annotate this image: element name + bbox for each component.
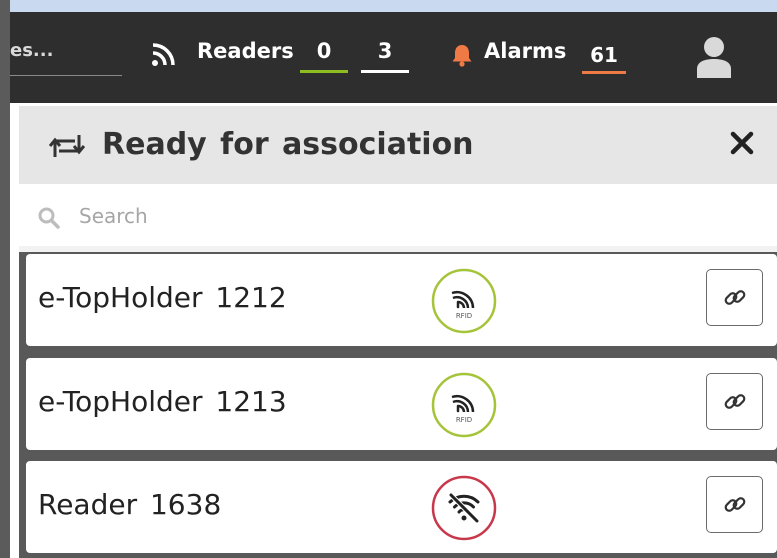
rfid-icon: RFID: [431, 372, 497, 438]
associate-button[interactable]: [706, 476, 763, 533]
readers-online-underline: [300, 70, 348, 73]
associate-button[interactable]: [706, 373, 763, 430]
alarms-label[interactable]: Alarms: [484, 39, 566, 63]
search-icon: [38, 207, 60, 229]
readers-total-count[interactable]: 3: [361, 39, 409, 73]
rss-icon: [152, 43, 175, 66]
wifi-off-icon: [431, 475, 497, 541]
link-icon: [724, 394, 746, 409]
item-name: Reader 1638: [38, 488, 222, 521]
list-item[interactable]: e-TopHolder 1213 RFID: [26, 358, 777, 450]
association-panel: Ready for association e-TopHolder 1212 R…: [19, 106, 777, 558]
top-accent-line: [0, 0, 777, 12]
svg-text:RFID: RFID: [456, 312, 472, 320]
topbar-search-underline: [10, 75, 122, 76]
panel-title: Ready for association: [102, 127, 474, 162]
panel-header: Ready for association: [19, 106, 777, 184]
top-navigation-bar: es... Readers 0 3 Alarms 61: [0, 12, 777, 103]
rfid-icon: RFID: [431, 268, 497, 334]
readers-label[interactable]: Readers: [197, 39, 294, 63]
list-item[interactable]: e-TopHolder 1212 RFID: [26, 254, 777, 346]
search-row: [19, 184, 777, 246]
associate-button[interactable]: [706, 269, 763, 326]
close-icon[interactable]: [727, 128, 757, 158]
reader-list: e-TopHolder 1212 RFID e-TopHolder 1213 R…: [19, 252, 777, 558]
link-icon: [724, 290, 746, 305]
alarms-count[interactable]: 61: [582, 43, 626, 74]
left-edge-strip: [0, 0, 10, 558]
user-icon[interactable]: [695, 36, 733, 78]
swap-icon: [49, 135, 85, 157]
readers-total-underline: [361, 70, 409, 73]
bell-icon: [452, 45, 472, 67]
search-input[interactable]: [77, 198, 741, 234]
list-item[interactable]: Reader 1638: [26, 461, 777, 553]
link-icon: [724, 497, 746, 512]
topbar-search-text[interactable]: es...: [10, 40, 53, 61]
item-name: e-TopHolder 1213: [38, 385, 287, 418]
readers-online-count[interactable]: 0: [300, 39, 348, 73]
alarms-count-underline: [582, 71, 626, 74]
svg-text:RFID: RFID: [456, 416, 472, 424]
item-name: e-TopHolder 1212: [38, 281, 287, 314]
